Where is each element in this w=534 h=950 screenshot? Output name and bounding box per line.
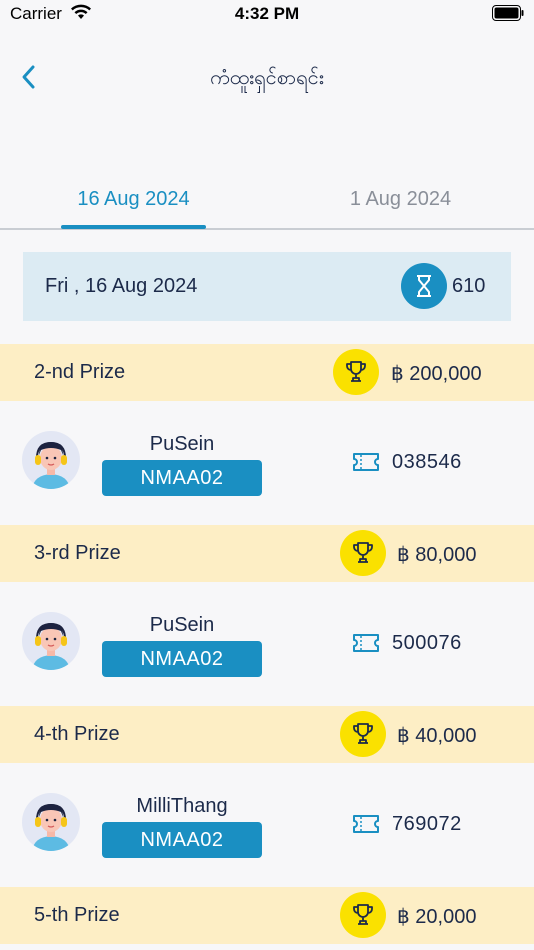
prize-amount: ฿ 200,000 [391,363,482,385]
draw-date: Fri , 16 Aug 2024 [45,275,198,297]
user-avatar-icon [32,441,70,489]
prize-label: 3-rd Prize [34,542,121,564]
agent-code-button[interactable]: NMAA02 [102,822,262,858]
hourglass-icon [417,275,431,297]
trophy-icon [353,542,373,563]
winner-row[interactable]: PuSein NMAA02 038546 [0,401,534,525]
prize-band-3rd: 3-rd Prize ฿ 80,000 [0,525,534,582]
hourglass-badge [401,263,447,309]
trophy-badge [333,349,379,395]
trophy-icon [353,723,373,744]
prize-amount: ฿ 80,000 [397,544,477,566]
status-bar: Carrier 4:32 PM [0,0,534,28]
winner-name: PuSein [149,614,215,636]
ticket-icon [353,634,379,652]
avatar [22,793,80,851]
ticket-number: 769072 [392,813,462,835]
prize-band-5th: 5-th Prize ฿ 20,000 [0,887,534,944]
draw-count: 610 [452,275,486,297]
prize-amount: ฿ 40,000 [397,725,477,747]
agent-code-button[interactable]: NMAA02 [102,641,262,677]
winner-row[interactable]: MilliThang NMAA02 769072 [0,763,534,887]
tab-16-aug-2024[interactable]: 16 Aug 2024 [0,188,267,211]
page-title: ကံထူးရှင်စာရင်း [210,65,324,89]
battery-icon [492,5,524,21]
winner-name: MilliThang [136,795,228,817]
user-avatar-icon [32,622,70,670]
winner-name: PuSein [149,433,215,455]
user-avatar-icon [32,803,70,851]
trophy-badge [340,711,386,757]
ticket-number: 500076 [392,632,462,654]
prize-label: 5-th Prize [34,904,120,926]
avatar [22,612,80,670]
avatar [22,431,80,489]
date-tabs: 16 Aug 2024 1 Aug 2024 [0,178,534,230]
draw-date-card: Fri , 16 Aug 2024 610 [23,252,511,321]
prize-amount: ฿ 20,000 [397,906,477,928]
trophy-badge [340,892,386,938]
trophy-icon [346,361,366,382]
tab-indicator [61,225,206,229]
prize-band-2nd: 2-nd Prize ฿ 200,000 [0,344,534,401]
prize-label: 4-th Prize [34,723,120,745]
ticket-icon [353,453,379,471]
ticket-icon [353,815,379,833]
winner-row[interactable]: PuSein NMAA02 500076 [0,582,534,706]
nav-bar: ကံထူးရှင်စာရင်း [0,50,534,106]
prize-label: 2-nd Prize [34,361,126,383]
prize-band-4th: 4-th Prize ฿ 40,000 [0,706,534,763]
clock: 4:32 PM [234,4,300,23]
trophy-badge [340,530,386,576]
tab-1-aug-2024[interactable]: 1 Aug 2024 [267,188,534,211]
ticket-number: 038546 [392,451,462,473]
trophy-icon [353,904,373,925]
agent-code-button[interactable]: NMAA02 [102,460,262,496]
